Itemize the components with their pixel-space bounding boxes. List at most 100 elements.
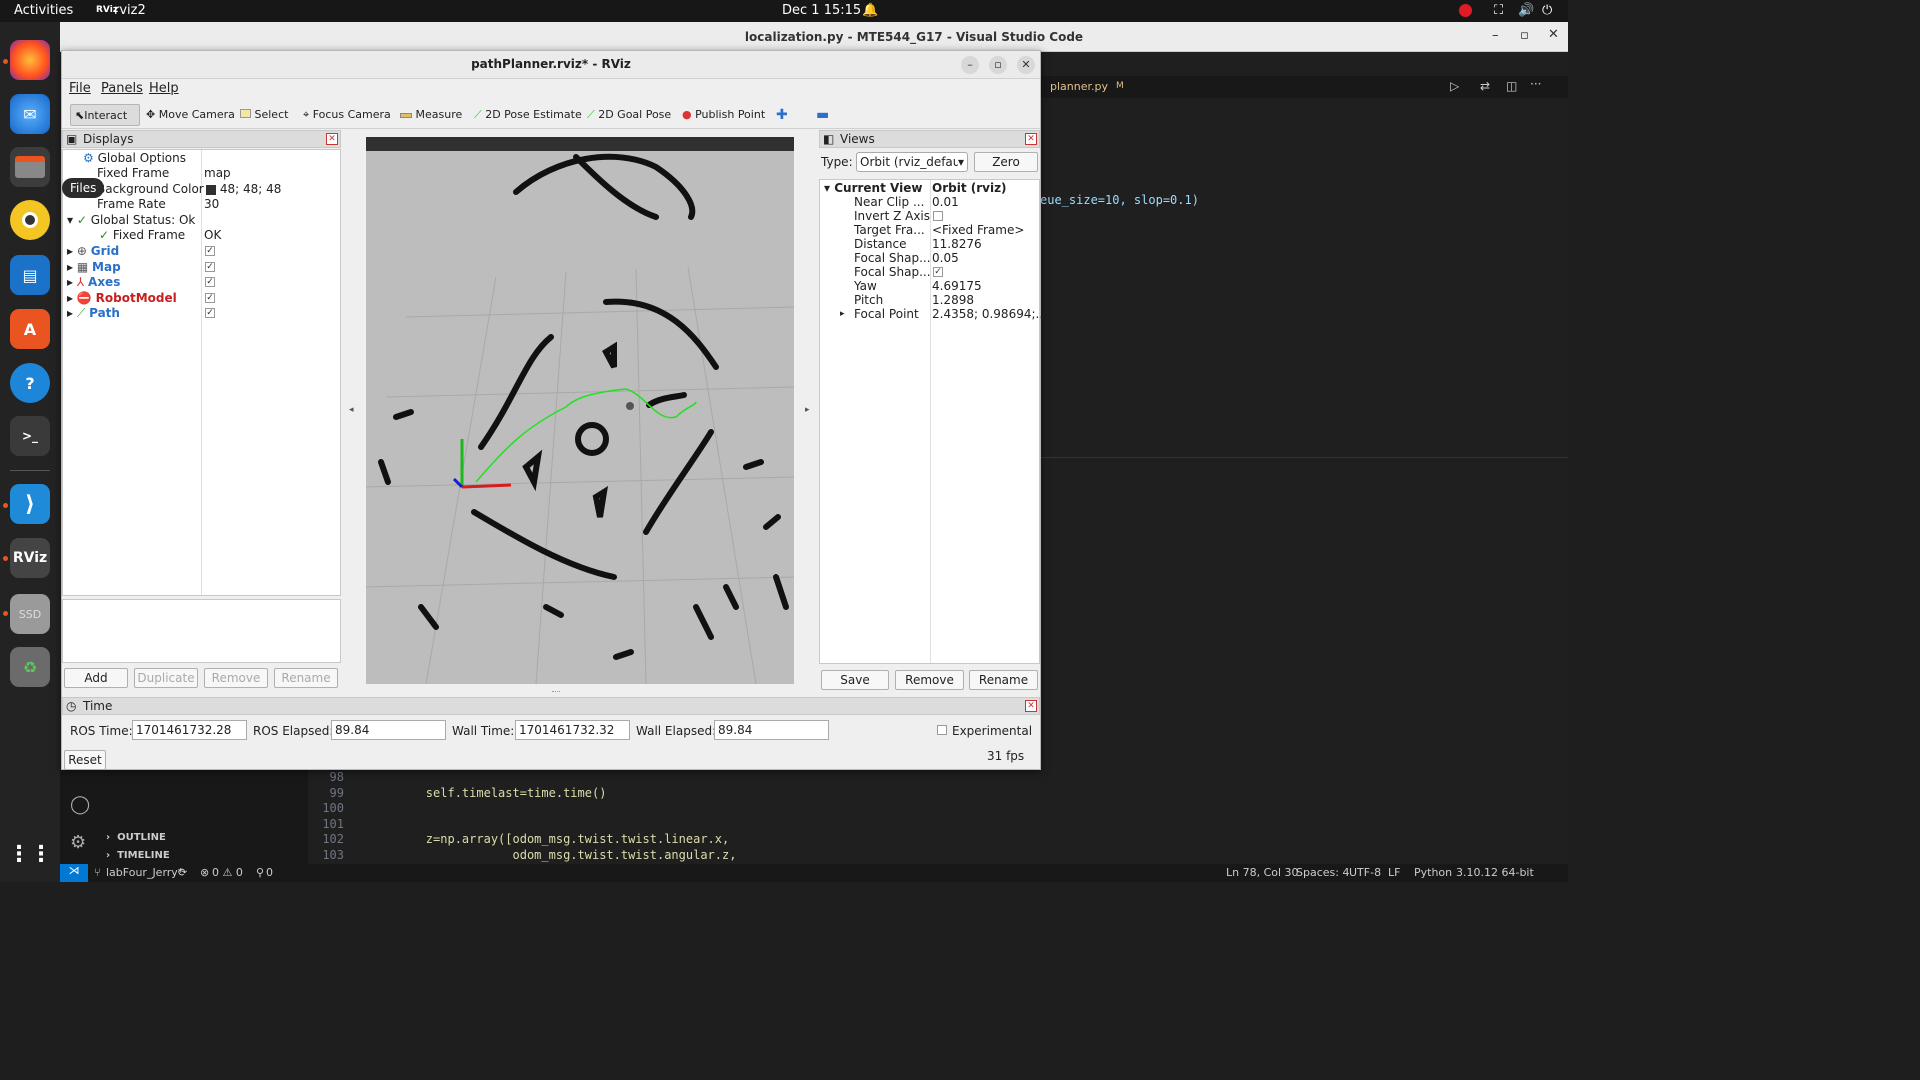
- trash-icon[interactable]: ♻: [10, 647, 50, 687]
- remove-view-button[interactable]: Remove: [895, 670, 964, 690]
- ros-elapsed-field[interactable]: 89.84: [331, 720, 446, 740]
- terminal-icon[interactable]: >_: [10, 416, 50, 456]
- software-icon[interactable]: A: [10, 309, 50, 349]
- background-color-value[interactable]: 48; 48; 48: [206, 182, 281, 197]
- tool-2d-pose-estimate[interactable]: ⟋ 2D Pose Estimate: [470, 104, 582, 126]
- minimize-icon[interactable]: –: [961, 56, 979, 74]
- duplicate-display-button[interactable]: Duplicate: [134, 668, 198, 688]
- wall-time-field[interactable]: 1701461732.32: [515, 720, 630, 740]
- close-icon[interactable]: ✕: [1025, 133, 1037, 145]
- maximize-icon[interactable]: ▫: [989, 56, 1007, 74]
- experimental-checkbox[interactable]: [937, 725, 947, 735]
- tab-planner[interactable]: planner.py: [1050, 80, 1108, 93]
- close-icon[interactable]: ✕: [326, 133, 338, 145]
- sync-icon[interactable]: ⟳: [178, 866, 187, 879]
- network-icon[interactable]: ⛶: [1494, 3, 1503, 18]
- git-branch[interactable]: labFour_Jerry*: [106, 866, 183, 879]
- views-tree[interactable]: ▾ Current View Orbit (rviz) Near Clip ..…: [819, 179, 1047, 664]
- code-line[interactable]: z=np.array([odom_msg.twist.twist.linear.…: [368, 832, 729, 846]
- close-icon[interactable]: ✕: [1548, 27, 1559, 42]
- view-prop-value[interactable]: <Fixed Frame>: [932, 223, 1024, 238]
- show-apps-icon[interactable]: ⋮⋮: [8, 834, 52, 874]
- code-line[interactable]: odom_msg.twist.twist.angular.z,: [368, 848, 736, 862]
- tool-interact[interactable]: ⬉Interact: [70, 104, 140, 126]
- view-prop-value[interactable]: 2.4358; 0.98694;...: [932, 307, 1047, 322]
- display-item-path[interactable]: ▸ ⟋ Path: [67, 306, 120, 321]
- indentation[interactable]: Spaces: 4: [1296, 866, 1349, 879]
- display-item-grid[interactable]: ▸ ⊕ Grid: [67, 244, 119, 259]
- timeline-section[interactable]: › TIMELINE: [106, 850, 170, 861]
- global-status-row[interactable]: ▾ ✓ Global Status: Ok: [67, 213, 195, 228]
- add-display-button[interactable]: Add: [64, 668, 128, 688]
- view-prop-value[interactable]: 0.01: [932, 195, 959, 210]
- minimize-icon[interactable]: –: [1492, 28, 1499, 43]
- display-item-robotmodel[interactable]: ▸ ⛔ RobotModel: [67, 291, 177, 306]
- code-line[interactable]: self.timelast=time.time(): [368, 786, 607, 800]
- fixed-frame-value[interactable]: map: [204, 166, 231, 181]
- settings-gear-icon[interactable]: ⚙: [70, 832, 86, 853]
- display-enabled-checkbox[interactable]: ✓: [205, 308, 215, 318]
- zero-button[interactable]: Zero: [974, 152, 1038, 172]
- tool-select[interactable]: Select: [236, 104, 288, 126]
- displays-tree[interactable]: ⚙ Global Options Fixed Frame map Backgro…: [62, 149, 341, 596]
- tool-publish-point[interactable]: ● Publish Point: [678, 104, 765, 126]
- outline-section[interactable]: › OUTLINE: [106, 832, 166, 843]
- add-tool-icon[interactable]: ✚: [772, 104, 788, 126]
- menu-help[interactable]: Help: [149, 81, 179, 96]
- firefox-icon[interactable]: [10, 40, 50, 80]
- files-icon[interactable]: [10, 147, 50, 187]
- remove-tool-icon[interactable]: ▬: [812, 104, 829, 126]
- tool-measure[interactable]: Measure: [396, 104, 462, 126]
- display-item-map[interactable]: ▸ ▦ Map: [67, 260, 121, 275]
- global-options-row[interactable]: ⚙ Global Options: [83, 151, 186, 166]
- menu-panels[interactable]: Panels: [101, 81, 143, 96]
- eol[interactable]: LF: [1388, 866, 1400, 879]
- app-menu[interactable]: rviz2: [114, 3, 146, 18]
- view-prop-value[interactable]: 0.05: [932, 251, 959, 266]
- power-icon[interactable]: ⏻: [1542, 3, 1552, 18]
- focal-shape-fixed-checkbox[interactable]: ✓: [933, 267, 943, 277]
- remote-icon[interactable]: ⋊: [60, 864, 88, 882]
- problems-count[interactable]: 0 ⚠ 0: [212, 866, 243, 879]
- rhythmbox-icon[interactable]: [10, 200, 50, 240]
- close-icon[interactable]: ✕: [1017, 56, 1035, 74]
- view-prop-value[interactable]: 4.69175: [932, 279, 982, 294]
- help-icon[interactable]: ?: [10, 363, 50, 403]
- invert-z-checkbox[interactable]: [933, 211, 943, 221]
- reset-button[interactable]: Reset: [64, 750, 106, 770]
- volume-icon[interactable]: 🔊: [1518, 3, 1534, 18]
- ssd-drive-icon[interactable]: SSD: [10, 594, 50, 634]
- view-prop-value[interactable]: 1.2898: [932, 293, 974, 308]
- language-mode[interactable]: Python: [1414, 866, 1452, 879]
- save-view-button[interactable]: Save: [821, 670, 889, 690]
- more-actions-icon[interactable]: ···: [1530, 77, 1541, 91]
- writer-icon[interactable]: ▤: [10, 255, 50, 295]
- wall-elapsed-field[interactable]: 89.84: [714, 720, 829, 740]
- thunderbird-icon[interactable]: ✉: [10, 94, 50, 134]
- menu-file[interactable]: File: [69, 81, 91, 96]
- view-prop-value[interactable]: 11.8276: [932, 237, 982, 252]
- compare-icon[interactable]: ⇄: [1480, 79, 1490, 93]
- display-enabled-checkbox[interactable]: ✓: [205, 292, 215, 303]
- view-type-select[interactable]: Orbit (rviz_defau ▾: [856, 152, 968, 172]
- activities-button[interactable]: Activities: [14, 3, 73, 18]
- encoding[interactable]: UTF-8: [1349, 866, 1381, 879]
- clock[interactable]: Dec 1 15:15: [782, 3, 861, 18]
- rviz-icon[interactable]: RViz: [10, 538, 50, 578]
- collapse-left-icon[interactable]: ◂: [349, 405, 354, 415]
- close-icon[interactable]: ✕: [1025, 700, 1037, 712]
- rename-display-button[interactable]: Rename: [274, 668, 338, 688]
- run-icon[interactable]: ▷: [1450, 79, 1459, 93]
- current-view-row[interactable]: ▾ Current View: [824, 181, 922, 196]
- maximize-icon[interactable]: ▫: [1520, 28, 1529, 43]
- remove-display-button[interactable]: Remove: [204, 668, 268, 688]
- display-item-axes[interactable]: ▸ ⅄ Axes: [67, 275, 120, 290]
- tool-2d-goal-pose[interactable]: ⟋ 2D Goal Pose: [583, 104, 671, 126]
- collapse-right-icon[interactable]: ▸: [805, 405, 810, 415]
- account-icon[interactable]: ◯: [70, 794, 90, 815]
- vscode-icon[interactable]: ⟩: [10, 484, 50, 524]
- split-editor-icon[interactable]: ◫: [1506, 79, 1517, 93]
- ports-count[interactable]: 0: [266, 866, 273, 879]
- splitter-handle[interactable]: [552, 691, 560, 693]
- display-enabled-checkbox[interactable]: ✓: [205, 277, 215, 287]
